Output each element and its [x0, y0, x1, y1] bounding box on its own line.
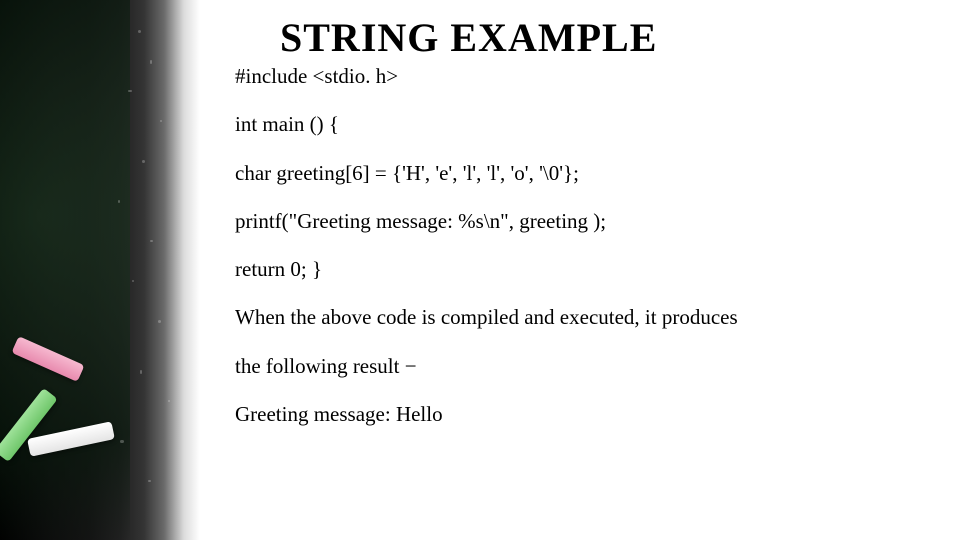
code-line-include: #include <stdio. h>	[235, 52, 920, 100]
code-line-return: return 0; }	[235, 245, 920, 293]
code-line-printf: printf("Greeting message: %s\n", greetin…	[235, 197, 920, 245]
slide: STRING EXAMPLE #include <stdio. h> int m…	[0, 0, 960, 540]
explain-line-1: When the above code is compiled and exec…	[235, 293, 920, 341]
code-line-array: char greeting[6] = {'H', 'e', 'l', 'l', …	[235, 149, 920, 197]
sidebar-art	[0, 0, 200, 540]
chalkboard-fade	[0, 0, 130, 540]
code-line-main: int main () {	[235, 100, 920, 148]
explain-line-2: the following result −	[235, 342, 920, 390]
slide-body: #include <stdio. h> int main () { char g…	[235, 52, 920, 438]
output-line: Greeting message: Hello	[235, 390, 920, 438]
